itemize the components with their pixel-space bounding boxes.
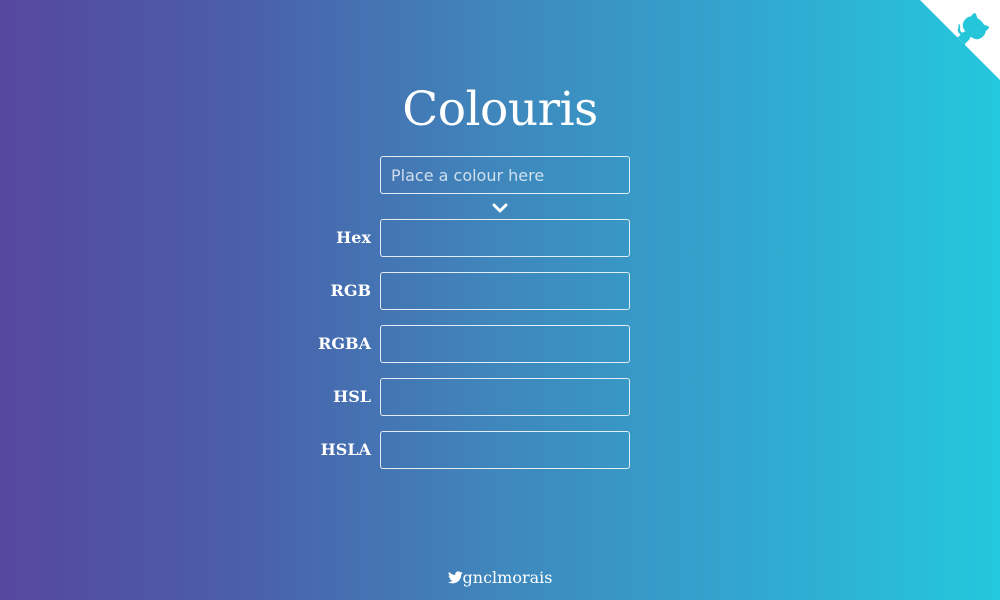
hsl-field[interactable]: [380, 378, 630, 416]
colour-input[interactable]: [380, 156, 630, 194]
twitter-icon: [447, 571, 463, 584]
rgba-field[interactable]: [380, 325, 630, 363]
chevron-down-icon: [492, 203, 508, 213]
twitter-link[interactable]: gnclmorais: [447, 568, 553, 587]
hsla-label: HSLA: [320, 440, 371, 459]
hsl-label: HSL: [333, 387, 371, 406]
footer: gnclmorais: [0, 566, 1000, 590]
twitter-handle: gnclmorais: [462, 568, 553, 587]
rgb-label: RGB: [330, 281, 371, 300]
rgba-label: RGBA: [318, 334, 371, 353]
hex-field[interactable]: [380, 219, 630, 257]
rgb-field[interactable]: [380, 272, 630, 310]
hsla-field[interactable]: [380, 431, 630, 469]
github-icon[interactable]: [920, 0, 1000, 80]
page-title: Colouris: [402, 82, 598, 137]
hex-label: Hex: [336, 228, 371, 247]
